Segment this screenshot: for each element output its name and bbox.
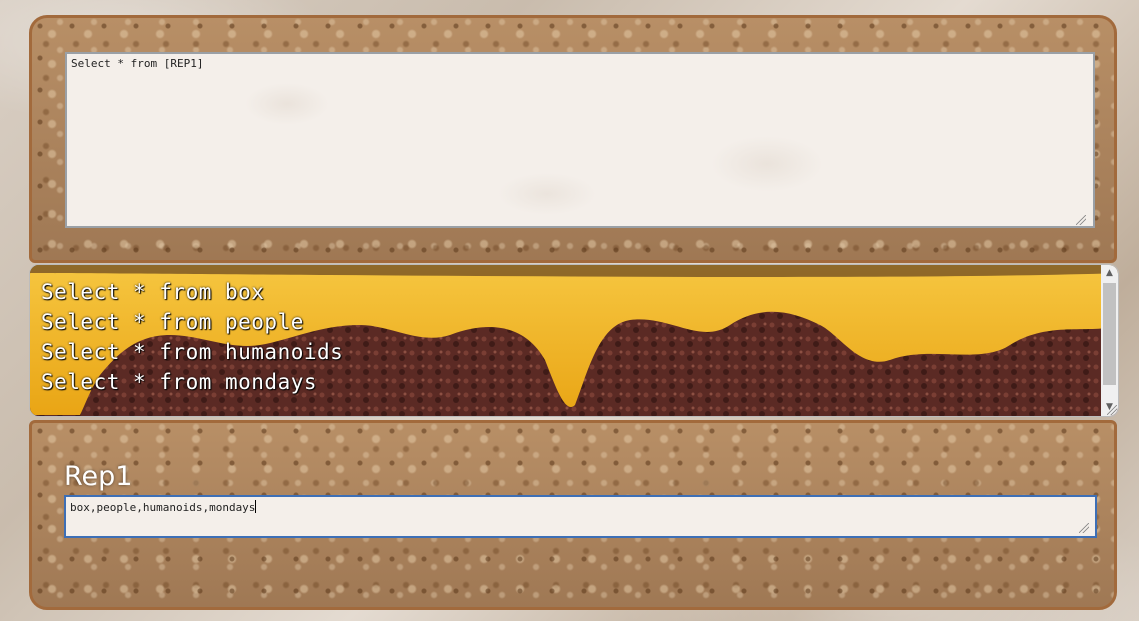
results-scrollbar[interactable]: ▲ ▼ bbox=[1101, 265, 1118, 416]
text-caret bbox=[255, 500, 257, 513]
result-line: Select * from mondays bbox=[41, 370, 318, 394]
scroll-up-arrow-icon[interactable]: ▲ bbox=[1101, 265, 1118, 282]
result-line: Select * from people bbox=[41, 310, 304, 334]
scrollbar-thumb[interactable] bbox=[1103, 283, 1116, 385]
results-list: Select * from box Select * from people S… bbox=[41, 277, 343, 397]
query-textarea[interactable]: Select * from [REP1] bbox=[65, 52, 1095, 228]
result-line: Select * from humanoids bbox=[41, 340, 344, 364]
result-line: Select * from box bbox=[41, 280, 265, 304]
top-bread-slice: Select * from [REP1] bbox=[29, 15, 1117, 263]
replacement-input[interactable]: box,people,humanoids,mondays bbox=[64, 495, 1097, 538]
query-resize-grip-icon[interactable] bbox=[1076, 215, 1086, 225]
replacement-value: box,people,humanoids,mondays bbox=[70, 501, 256, 514]
results-resize-grip-icon[interactable] bbox=[1107, 405, 1117, 415]
replacement-label: Rep1 bbox=[64, 461, 133, 492]
replacement-resize-grip-icon[interactable] bbox=[1079, 523, 1089, 533]
bottom-bread-slice: Rep1 box,people,humanoids,mondays bbox=[29, 420, 1117, 610]
results-output-area[interactable]: Select * from box Select * from people S… bbox=[29, 264, 1119, 417]
